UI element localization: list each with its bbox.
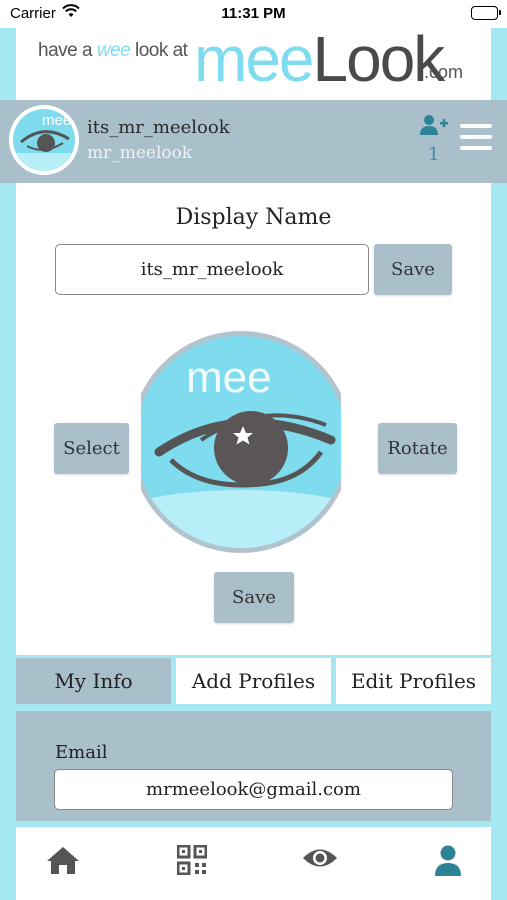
follow-count[interactable]: 1 bbox=[428, 144, 439, 165]
avatar[interactable]: mee bbox=[9, 105, 79, 175]
hamburger-menu-icon[interactable] bbox=[460, 124, 492, 154]
rotate-image-button[interactable]: Rotate bbox=[378, 423, 457, 474]
avatar-eye-icon: mee bbox=[13, 109, 75, 171]
tab-edit-profiles[interactable]: Edit Profiles bbox=[336, 658, 491, 704]
my-info-panel: Email bbox=[16, 711, 491, 821]
bottom-nav bbox=[16, 827, 491, 900]
tab-add-profiles[interactable]: Add Profiles bbox=[176, 658, 331, 704]
profile-tabs: My Info Add Profiles Edit Profiles bbox=[16, 658, 491, 704]
add-user-icon[interactable] bbox=[420, 114, 448, 140]
svg-text:mee: mee bbox=[42, 112, 71, 129]
profile-editor: Display Name Save Select Rotate mee Save bbox=[16, 183, 491, 655]
save-name-button[interactable]: Save bbox=[374, 244, 452, 295]
home-icon[interactable] bbox=[46, 845, 80, 879]
display-name-title: Display Name bbox=[175, 205, 332, 230]
clock: 11:31 PM bbox=[221, 5, 286, 22]
tab-my-info[interactable]: My Info bbox=[16, 658, 171, 704]
header-username: mr_meelook bbox=[87, 143, 193, 163]
select-image-button[interactable]: Select bbox=[54, 423, 129, 474]
profile-image-preview: mee bbox=[141, 331, 341, 553]
header-display-name: its_mr_meelook bbox=[87, 117, 230, 138]
eye-icon[interactable] bbox=[302, 845, 338, 875]
brand-logo: meeLook bbox=[194, 23, 445, 95]
battery-icon bbox=[471, 6, 501, 20]
brand-dotcom: .com bbox=[424, 62, 464, 82]
email-label: Email bbox=[55, 742, 108, 763]
email-field[interactable] bbox=[54, 769, 453, 810]
profile-icon[interactable] bbox=[434, 845, 462, 881]
save-image-button[interactable]: Save bbox=[214, 572, 294, 623]
profile-header: mee its_mr_meelook mr_meelook 1 bbox=[0, 100, 507, 183]
avatar-brand-text: mee bbox=[186, 353, 272, 402]
banner-tagline: have a wee look at bbox=[38, 40, 188, 61]
brand-banner: have a wee look at meeLook .com bbox=[16, 23, 491, 100]
display-name-input[interactable] bbox=[55, 244, 369, 295]
qr-code-icon[interactable] bbox=[176, 844, 208, 879]
